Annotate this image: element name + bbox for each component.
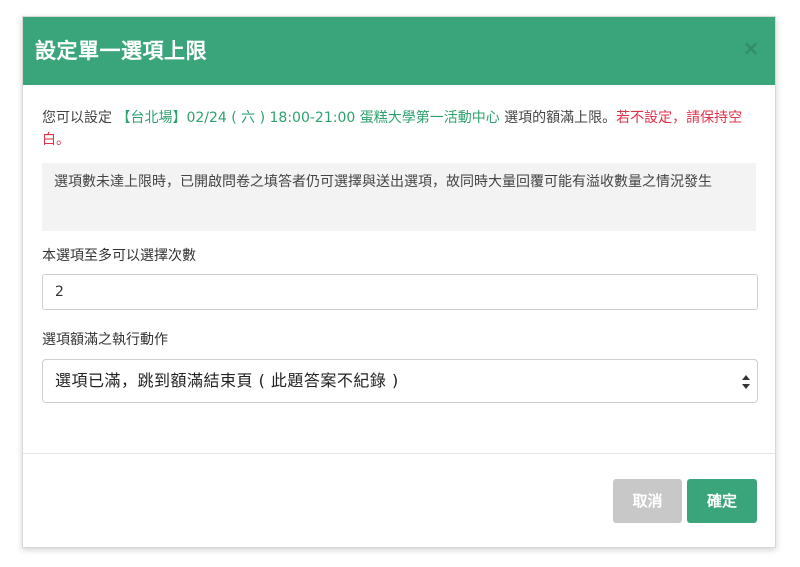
- intro-middle: 選項的額滿上限。: [499, 110, 617, 126]
- option-name: 【台北場】02/24 ( 六 ) 18:00-21:00 蛋糕大學第一活動中心: [116, 110, 500, 126]
- footer-divider: [23, 453, 775, 454]
- intro-prefix: 您可以設定: [42, 110, 117, 126]
- full-action-select[interactable]: 選項已滿，跳到額滿結束頁 ( 此題答案不紀錄 ): [42, 359, 758, 403]
- intro-text: 您可以設定 【台北場】02/24 ( 六 ) 18:00-21:00 蛋糕大學第…: [42, 107, 756, 151]
- dialog-header: 設定單一選項上限 ×: [23, 17, 775, 85]
- max-count-input[interactable]: 2: [42, 274, 758, 310]
- max-count-label: 本選項至多可以選擇次數: [42, 248, 196, 264]
- full-action-selected: 選項已滿，跳到額滿結束頁 ( 此題答案不紀錄 ): [55, 371, 399, 390]
- confirm-button[interactable]: 確定: [687, 479, 757, 523]
- close-icon[interactable]: ×: [741, 38, 761, 58]
- option-limit-dialog: 設定單一選項上限 × 您可以設定 【台北場】02/24 ( 六 ) 18:00-…: [22, 16, 776, 548]
- dialog-body: 您可以設定 【台北場】02/24 ( 六 ) 18:00-21:00 蛋糕大學第…: [23, 85, 775, 403]
- select-arrows-icon: [742, 375, 750, 389]
- cancel-button[interactable]: 取消: [613, 479, 682, 523]
- overflow-notice: 選項數未達上限時，已開啟問卷之填答者仍可選擇與送出選項，故同時大量回覆可能有溢收…: [42, 163, 756, 231]
- full-action-label: 選項額滿之執行動作: [42, 332, 168, 348]
- dialog-title: 設定單一選項上限: [35, 39, 207, 63]
